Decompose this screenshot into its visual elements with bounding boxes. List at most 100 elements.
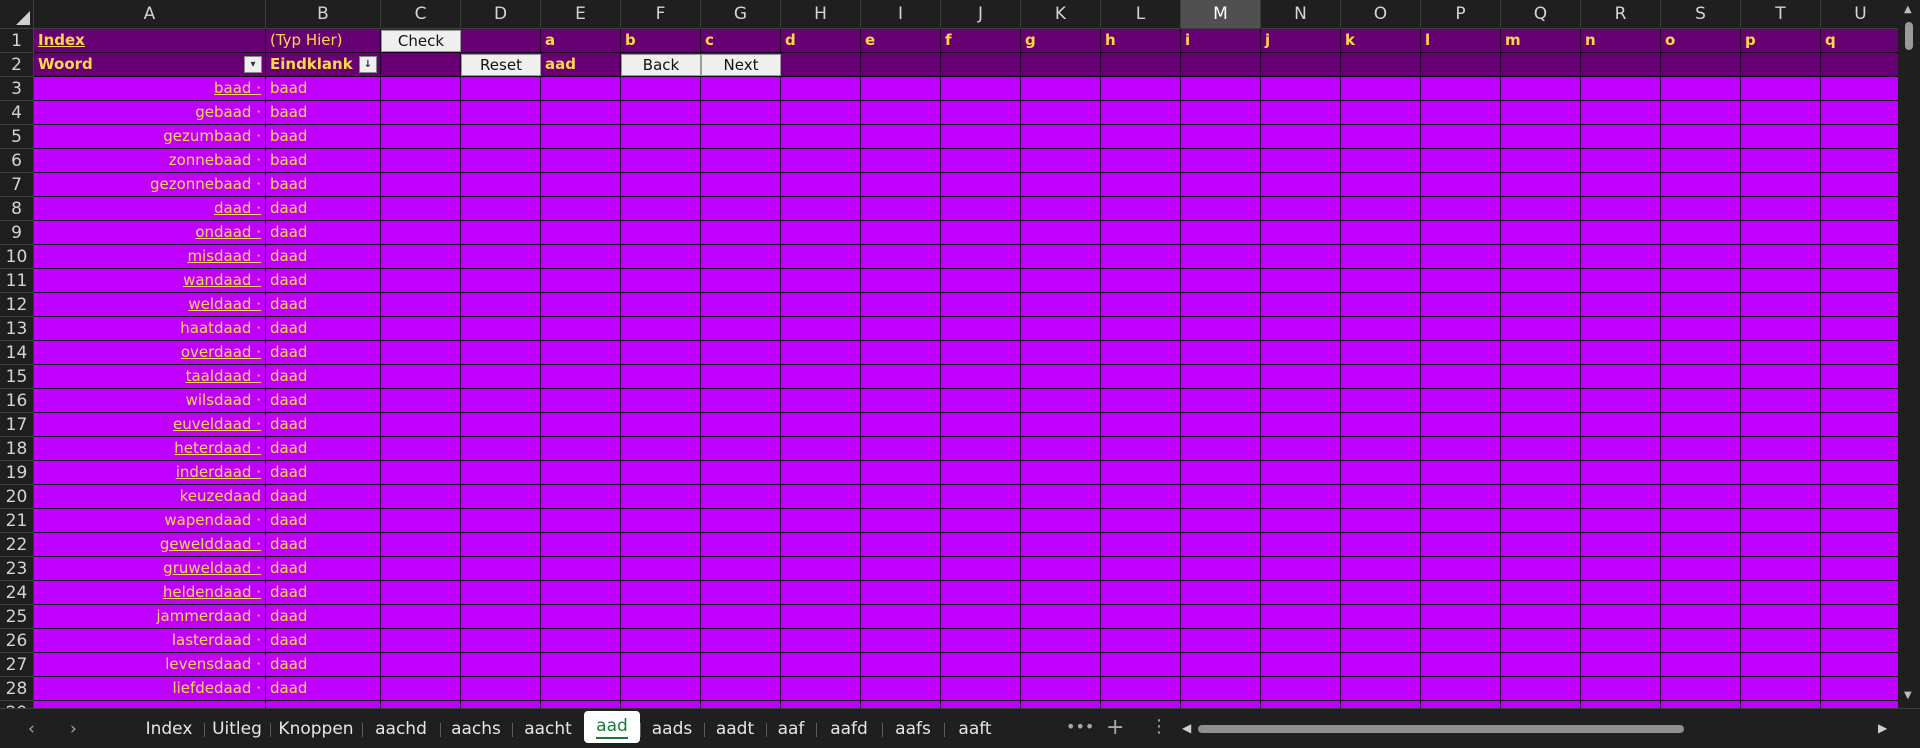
empty-cell[interactable] bbox=[1021, 317, 1101, 341]
empty-cell[interactable] bbox=[1021, 245, 1101, 269]
eindklank-cell[interactable]: baad bbox=[266, 101, 381, 125]
empty-cell[interactable] bbox=[1261, 341, 1341, 365]
word-cell[interactable]: wandaad · bbox=[34, 269, 266, 293]
empty-cell[interactable] bbox=[1261, 557, 1341, 581]
empty-cell[interactable] bbox=[1341, 581, 1421, 605]
empty-cell[interactable] bbox=[1581, 245, 1661, 269]
empty-cell[interactable] bbox=[621, 389, 701, 413]
empty-cell[interactable] bbox=[1101, 365, 1181, 389]
empty-cell[interactable] bbox=[461, 221, 541, 245]
empty-cell[interactable] bbox=[941, 293, 1021, 317]
empty-cell[interactable] bbox=[1101, 173, 1181, 197]
empty-cell[interactable] bbox=[541, 437, 621, 461]
empty-cell[interactable] bbox=[941, 677, 1021, 701]
empty-cell[interactable] bbox=[1021, 557, 1101, 581]
word-cell[interactable]: heterdaad · bbox=[34, 437, 266, 461]
empty-cell[interactable] bbox=[1101, 485, 1181, 509]
empty-cell[interactable] bbox=[1421, 317, 1501, 341]
plus-icon[interactable]: + bbox=[1106, 715, 1124, 740]
empty-cell[interactable] bbox=[1661, 245, 1741, 269]
empty-cell[interactable] bbox=[1741, 245, 1821, 269]
empty-cell[interactable] bbox=[1661, 197, 1741, 221]
empty-cell[interactable] bbox=[541, 653, 621, 677]
empty-cell[interactable] bbox=[781, 173, 861, 197]
empty-cell[interactable] bbox=[541, 389, 621, 413]
empty-cell[interactable] bbox=[1741, 341, 1821, 365]
empty-cell[interactable] bbox=[1661, 77, 1741, 101]
reset-button[interactable]: Reset bbox=[461, 54, 541, 76]
row-header-25[interactable]: 25 bbox=[0, 605, 34, 629]
empty-cell[interactable] bbox=[461, 101, 541, 125]
empty-cell[interactable] bbox=[1021, 605, 1101, 629]
word-cell[interactable]: overdaad · bbox=[34, 341, 266, 365]
row-header-18[interactable]: 18 bbox=[0, 437, 34, 461]
empty-cell[interactable] bbox=[1261, 317, 1341, 341]
empty-cell[interactable] bbox=[1821, 485, 1901, 509]
empty-cell[interactable] bbox=[1581, 149, 1661, 173]
row-header-7[interactable]: 7 bbox=[0, 173, 34, 197]
empty-cell[interactable] bbox=[621, 197, 701, 221]
empty-cell[interactable] bbox=[1021, 221, 1101, 245]
empty-cell[interactable] bbox=[541, 629, 621, 653]
empty-cell[interactable] bbox=[1741, 149, 1821, 173]
back-button[interactable]: Back bbox=[621, 54, 701, 76]
word-cell[interactable]: levensdaad · bbox=[34, 653, 266, 677]
word-cell[interactable]: inderdaad · bbox=[34, 461, 266, 485]
empty-cell[interactable] bbox=[381, 413, 461, 437]
empty-cell[interactable] bbox=[1341, 629, 1421, 653]
empty-cell[interactable] bbox=[1421, 437, 1501, 461]
scroll-left-arrow-icon[interactable]: ◀ bbox=[1182, 721, 1191, 735]
empty-cell[interactable] bbox=[1661, 581, 1741, 605]
empty-cell[interactable] bbox=[461, 77, 541, 101]
empty-cell[interactable] bbox=[861, 509, 941, 533]
empty-cell[interactable] bbox=[1421, 341, 1501, 365]
empty-cell[interactable] bbox=[541, 197, 621, 221]
empty-cell[interactable] bbox=[1261, 125, 1341, 149]
empty-cell[interactable] bbox=[861, 677, 941, 701]
empty-cell[interactable] bbox=[381, 461, 461, 485]
empty-cell[interactable] bbox=[381, 317, 461, 341]
empty-cell[interactable] bbox=[1021, 389, 1101, 413]
word-cell[interactable]: wilsdaad · bbox=[34, 389, 266, 413]
empty-cell[interactable] bbox=[461, 341, 541, 365]
empty-cell[interactable] bbox=[1181, 557, 1261, 581]
word-cell[interactable]: ondaad · bbox=[34, 221, 266, 245]
empty-cell[interactable] bbox=[701, 317, 781, 341]
empty-cell[interactable] bbox=[1581, 653, 1661, 677]
empty-cell[interactable] bbox=[781, 485, 861, 509]
eindklank-cell[interactable]: daad bbox=[266, 533, 381, 557]
empty-cell[interactable] bbox=[781, 557, 861, 581]
empty-cell[interactable] bbox=[941, 221, 1021, 245]
empty-cell[interactable] bbox=[861, 461, 941, 485]
empty-cell[interactable] bbox=[461, 269, 541, 293]
empty-cell[interactable] bbox=[621, 437, 701, 461]
cell-u2[interactable] bbox=[1821, 53, 1901, 77]
empty-cell[interactable] bbox=[1421, 629, 1501, 653]
empty-cell[interactable] bbox=[701, 341, 781, 365]
select-all-corner[interactable] bbox=[0, 0, 34, 29]
empty-cell[interactable] bbox=[1501, 581, 1581, 605]
empty-cell[interactable] bbox=[1741, 77, 1821, 101]
empty-cell[interactable] bbox=[1261, 149, 1341, 173]
cell-k1[interactable]: g bbox=[1021, 29, 1101, 53]
empty-cell[interactable] bbox=[1181, 389, 1261, 413]
empty-cell[interactable] bbox=[1181, 677, 1261, 701]
empty-cell[interactable] bbox=[541, 317, 621, 341]
empty-cell[interactable] bbox=[1821, 125, 1901, 149]
empty-cell[interactable] bbox=[861, 317, 941, 341]
empty-cell[interactable] bbox=[1101, 605, 1181, 629]
empty-cell[interactable] bbox=[1181, 293, 1261, 317]
cell-a1[interactable]: Index bbox=[34, 29, 266, 53]
empty-cell[interactable] bbox=[621, 365, 701, 389]
empty-cell[interactable] bbox=[1021, 533, 1101, 557]
empty-cell[interactable] bbox=[1021, 629, 1101, 653]
empty-cell[interactable] bbox=[1261, 581, 1341, 605]
empty-cell[interactable] bbox=[1021, 269, 1101, 293]
vertical-scroll-thumb[interactable] bbox=[1905, 22, 1913, 50]
empty-cell[interactable] bbox=[1821, 461, 1901, 485]
word-cell[interactable]: geweIddaad · bbox=[34, 533, 266, 557]
empty-cell[interactable] bbox=[701, 125, 781, 149]
empty-cell[interactable] bbox=[621, 629, 701, 653]
column-header-l[interactable]: L bbox=[1101, 0, 1181, 29]
empty-cell[interactable] bbox=[861, 269, 941, 293]
